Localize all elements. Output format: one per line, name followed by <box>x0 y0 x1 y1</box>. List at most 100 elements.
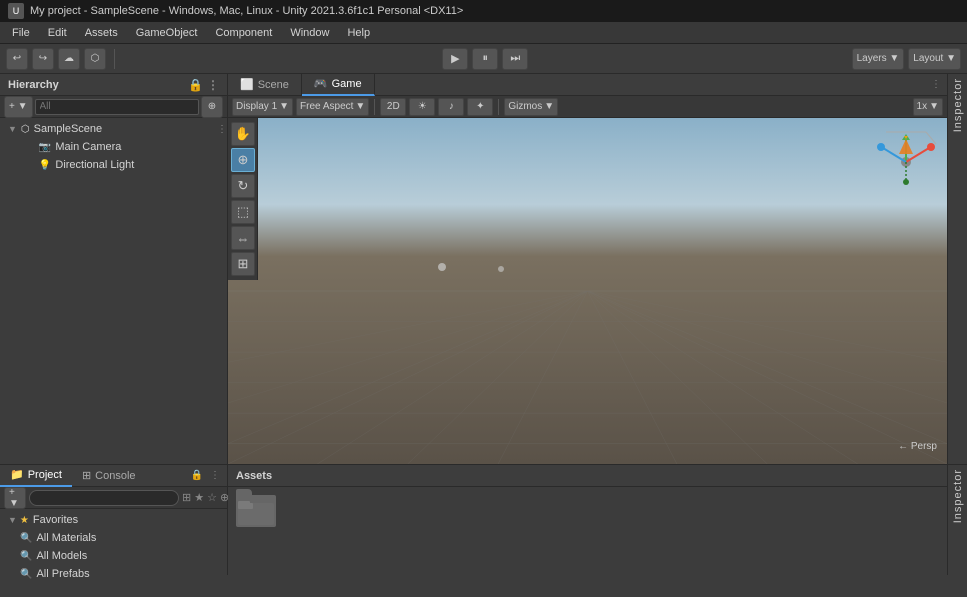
redo-button[interactable]: ↪ <box>32 48 54 70</box>
light-icon: 💡 <box>39 160 51 171</box>
folder-icon <box>236 495 276 527</box>
scene-effects-toggle[interactable]: ✦ <box>467 98 493 116</box>
scene-canvas[interactable]: ✋ ⊕ ↻ ⬚ ⇔ ⊞ <box>228 118 947 464</box>
project-panel: 📁 Project ⊞ Console 🔒 ⋮ + ▼ ⊞ ★ ☆ ⊕ 16 <box>0 465 228 575</box>
all-prefabs-label: All Prefabs <box>36 568 89 580</box>
scene-audio-toggle[interactable]: ♪ <box>438 98 464 116</box>
tool-move[interactable]: ⊕ <box>231 148 255 172</box>
play-button[interactable]: ▶ <box>442 48 468 70</box>
scene-2d-toggle[interactable]: 2D <box>380 98 406 116</box>
scene-left-tools: ✋ ⊕ ↻ ⬚ ⇔ ⊞ <box>228 118 258 280</box>
scene-lighting-toggle[interactable]: ☀ <box>409 98 435 116</box>
proj-item-allmaterials[interactable]: 🔍 All Materials <box>0 529 227 547</box>
scene-icon: ⬡ <box>21 124 30 135</box>
menu-component[interactable]: Component <box>207 25 280 41</box>
scene-gizmos-dropdown[interactable]: Gizmos ▼ <box>504 98 558 116</box>
camera-dot <box>438 263 446 271</box>
scene-scale-dropdown[interactable]: 1x ▼ <box>913 98 943 116</box>
scene-display-dropdown[interactable]: Display 1 ▼ <box>232 98 293 116</box>
pause-button[interactable]: ⏸ <box>472 48 498 70</box>
scene-toolbar: Display 1 ▼ Free Aspect ▼ 2D ☀ ♪ ✦ Gizmo… <box>228 96 947 118</box>
tool-rect[interactable]: ⇔ <box>231 226 255 250</box>
proj-icon-btn-3[interactable]: ☆ <box>207 490 217 506</box>
bottom-layout: 📁 Project ⊞ Console 🔒 ⋮ + ▼ ⊞ ★ ☆ ⊕ 16 <box>0 464 967 575</box>
samplescene-label: SampleScene <box>34 123 103 135</box>
hierarchy-lock-icon[interactable]: 🔒 <box>188 78 203 92</box>
proj-tab-project-label: Project <box>28 469 62 481</box>
inspector-bottom-label: Inspector <box>952 469 964 523</box>
hierarchy-search-input[interactable] <box>35 99 199 115</box>
hierarchy-item-samplescene[interactable]: ▼ ⬡ SampleScene ⋮ <box>0 120 227 138</box>
light-dot <box>498 266 504 272</box>
proj-tab-console-label: Console <box>95 470 135 482</box>
scene-tab-icon: ⬜ <box>240 78 254 91</box>
all-models-label: All Models <box>36 550 87 562</box>
toolbar-sep-1 <box>114 49 115 69</box>
hierarchy-item-directionallight[interactable]: ▶ 💡 Directional Light <box>0 156 227 174</box>
proj-tab-console[interactable]: ⊞ Console <box>72 465 146 487</box>
game-tab-label: Game <box>332 78 362 90</box>
hierarchy-search-icon[interactable]: ⊕ <box>201 96 223 118</box>
inspector-side-panel: Inspector <box>947 74 967 464</box>
proj-menu-btn[interactable]: ⋮ <box>207 468 223 484</box>
hierarchy-title: Hierarchy <box>8 79 59 91</box>
asset-item-folder[interactable] <box>236 495 276 527</box>
inspector-bottom-panel: Inspector <box>947 465 967 575</box>
hierarchy-menu-icon[interactable]: ⋮ <box>207 78 219 92</box>
proj-search-input[interactable] <box>29 490 179 506</box>
hierarchy-header: Hierarchy 🔒 ⋮ <box>0 74 227 96</box>
proj-icon-btn-1[interactable]: ⊞ <box>182 490 191 506</box>
proj-item-favorites[interactable]: ▼ ★ Favorites <box>0 511 227 529</box>
unity-logo: U <box>8 3 24 19</box>
proj-item-allmodels[interactable]: 🔍 All Models <box>0 547 227 565</box>
proj-toolbar: + ▼ ⊞ ★ ☆ ⊕ 16 <box>0 487 227 509</box>
proj-lock-btn[interactable]: 🔒 <box>189 468 205 484</box>
collab-button[interactable]: ⬡ <box>84 48 106 70</box>
persp-label: ← Persp <box>898 441 937 452</box>
proj-add-button[interactable]: + ▼ <box>4 487 26 509</box>
cloud-button[interactable]: ☁ <box>58 48 80 70</box>
proj-tab-icons: 🔒 ⋮ <box>189 468 227 484</box>
console-icon: ⊞ <box>82 469 91 482</box>
menu-assets[interactable]: Assets <box>77 25 126 41</box>
scale-chevron: ▼ <box>929 101 939 112</box>
scene-aspect-dropdown[interactable]: Free Aspect ▼ <box>296 98 369 116</box>
step-button[interactable]: ⏭ <box>502 48 528 70</box>
menu-gameobject[interactable]: GameObject <box>128 25 206 41</box>
layout-button[interactable]: Layout ▼ <box>908 48 961 70</box>
hierarchy-add-button[interactable]: + ▼ <box>4 96 33 118</box>
menu-edit[interactable]: Edit <box>40 25 75 41</box>
assets-content <box>228 487 947 575</box>
toolbar: ↩ ↪ ☁ ⬡ ▶ ⏸ ⏭ Layers ▼ Layout ▼ <box>0 44 967 74</box>
assets-panel: Assets <box>228 465 947 575</box>
scene-tool-sep-1 <box>374 99 375 115</box>
tool-rotate[interactable]: ↻ <box>231 174 255 198</box>
gizmo-widget[interactable] <box>871 124 941 194</box>
menu-help[interactable]: Help <box>339 25 378 41</box>
toolbar-right: Layers ▼ Layout ▼ <box>852 48 961 70</box>
undo-button[interactable]: ↩ <box>6 48 28 70</box>
gizmos-chevron: ▼ <box>544 101 554 112</box>
scene-tab-scene[interactable]: ⬜ Scene <box>228 74 302 96</box>
tool-hand[interactable]: ✋ <box>231 122 255 146</box>
title-bar: U My project - SampleScene - Windows, Ma… <box>0 0 967 22</box>
menu-file[interactable]: File <box>4 25 38 41</box>
proj-item-allprefabs[interactable]: 🔍 All Prefabs <box>0 565 227 583</box>
search-icon-1: 🔍 <box>20 533 32 544</box>
scene-panel-menu[interactable]: ⋮ <box>925 79 947 90</box>
scene-tab-game[interactable]: 🎮 Game <box>302 74 375 96</box>
proj-tab-project[interactable]: 📁 Project <box>0 465 72 487</box>
menu-window[interactable]: Window <box>282 25 337 41</box>
proj-icon-btn-2[interactable]: ★ <box>194 490 204 506</box>
hierarchy-item-maincamera[interactable]: ▶ 📷 Main Camera <box>0 138 227 156</box>
tool-transform[interactable]: ⊞ <box>231 252 255 276</box>
fav-arrow: ▼ <box>8 515 17 525</box>
tool-scale[interactable]: ⬚ <box>231 200 255 224</box>
menu-bar: File Edit Assets GameObject Component Wi… <box>0 22 967 44</box>
layers-button[interactable]: Layers ▼ <box>852 48 905 70</box>
proj-tab-group: 📁 Project ⊞ Console <box>0 465 146 487</box>
all-materials-label: All Materials <box>36 532 96 544</box>
assets-title: Assets <box>236 470 272 482</box>
scene-menu-icon[interactable]: ⋮ <box>217 124 227 135</box>
proj-content: ▼ ★ Favorites 🔍 All Materials 🔍 All Mode… <box>0 509 227 585</box>
